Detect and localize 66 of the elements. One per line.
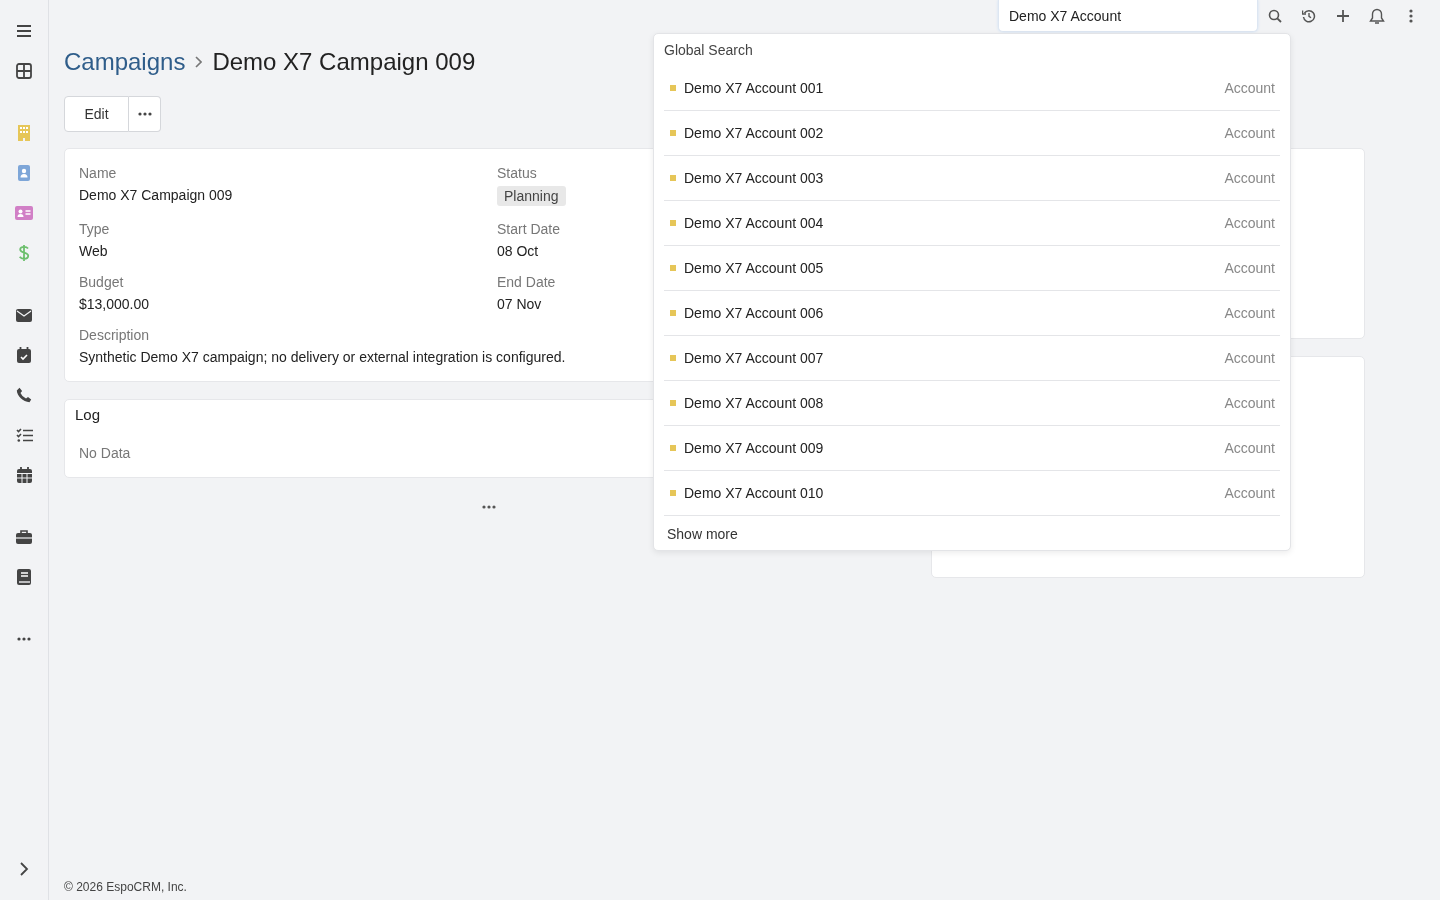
footer-text: © 2026 EspoCRM, Inc. xyxy=(63,880,188,896)
field-label: Type xyxy=(79,221,110,237)
result-type: Account xyxy=(1224,125,1275,141)
field-value: $13,000.00 xyxy=(79,296,150,312)
show-more-link[interactable]: Show more xyxy=(667,526,738,542)
bullet-icon xyxy=(670,400,676,406)
menu-icon[interactable] xyxy=(15,22,33,40)
field-label: Name xyxy=(79,165,117,181)
field-label: Start Date xyxy=(497,221,561,237)
chevron-icon xyxy=(195,56,203,68)
book-icon[interactable] xyxy=(15,568,33,586)
result-name[interactable]: Demo X7 Account 006 xyxy=(684,305,824,321)
field-value: 07 Nov xyxy=(497,296,542,312)
calendar-check-icon[interactable] xyxy=(15,346,33,364)
result-name[interactable]: Demo X7 Account 005 xyxy=(684,260,824,276)
bullet-icon xyxy=(670,85,676,91)
bullet-icon xyxy=(670,445,676,451)
breadcrumb-link[interactable]: Campaigns xyxy=(64,48,186,76)
phone-icon[interactable] xyxy=(15,386,33,404)
bullet-icon xyxy=(670,490,676,496)
field-value: Demo X7 Campaign 009 xyxy=(79,187,233,203)
status-badge: Planning xyxy=(497,186,566,206)
result-name[interactable]: Demo X7 Account 003 xyxy=(684,170,824,186)
bullet-icon xyxy=(670,220,676,226)
result-type: Account xyxy=(1224,350,1275,366)
bullet-icon xyxy=(670,310,676,316)
result-type: Account xyxy=(1224,260,1275,276)
envelope-icon[interactable] xyxy=(15,306,33,324)
field-label: End Date xyxy=(497,274,556,290)
result-name[interactable]: Demo X7 Account 001 xyxy=(684,80,824,96)
empty-text: No Data xyxy=(79,445,131,461)
result-name[interactable]: Demo X7 Account 007 xyxy=(684,350,824,366)
bullet-icon xyxy=(670,265,676,271)
result-type: Account xyxy=(1224,170,1275,186)
id-card-icon[interactable] xyxy=(15,204,33,222)
field-value: Synthetic Demo X7 campaign; no delivery or external integration is configured. xyxy=(79,349,566,365)
field-label: Budget xyxy=(79,274,124,290)
briefcase-icon[interactable] xyxy=(15,528,33,546)
result-type: Account xyxy=(1224,485,1275,501)
more-icon xyxy=(137,112,152,116)
result-name[interactable]: Demo X7 Account 002 xyxy=(684,125,824,141)
bullet-icon xyxy=(670,355,676,361)
result-type: Account xyxy=(1224,80,1275,96)
search-field[interactable]: Demo X7 Account xyxy=(998,0,1258,32)
panel-title: Log xyxy=(75,406,101,423)
edit-button[interactable]: Edit xyxy=(64,96,129,132)
calendar-icon[interactable] xyxy=(15,466,33,484)
field-value: 08 Oct xyxy=(497,243,539,259)
field-value: Web xyxy=(79,243,108,259)
field-label: Description xyxy=(79,327,150,343)
bullet-icon xyxy=(670,130,676,136)
result-type: Account xyxy=(1224,305,1275,321)
result-name[interactable]: Demo X7 Account 009 xyxy=(684,440,824,456)
result-type: Account xyxy=(1224,395,1275,411)
bullet-icon xyxy=(670,175,676,181)
field-label: Status xyxy=(497,165,537,181)
page-title: Demo X7 Campaign 009 xyxy=(212,48,476,76)
task-list-icon[interactable] xyxy=(15,426,33,444)
dropdown-title: Global Search xyxy=(663,41,754,60)
grid-icon[interactable] xyxy=(15,62,33,80)
result-type: Account xyxy=(1224,440,1275,456)
more-icon[interactable] xyxy=(482,505,496,509)
result-name[interactable]: Demo X7 Account 010 xyxy=(684,485,824,501)
result-name[interactable]: Demo X7 Account 004 xyxy=(684,215,824,231)
result-name[interactable]: Demo X7 Account 008 xyxy=(684,395,824,411)
result-type: Account xyxy=(1224,215,1275,231)
